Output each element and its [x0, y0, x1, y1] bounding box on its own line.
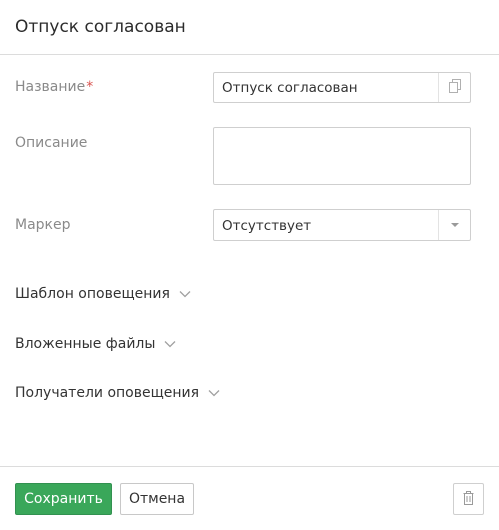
section-notification-template[interactable]: Шаблон оповещения: [15, 286, 191, 302]
delete-button[interactable]: [453, 483, 484, 515]
description-label: Описание: [15, 135, 88, 151]
section-label: Шаблон оповещения: [15, 286, 170, 302]
required-mark: *: [86, 79, 94, 95]
name-label: Название: [15, 79, 86, 95]
name-input-value[interactable]: Отпуск согласован: [222, 80, 358, 96]
section-label: Вложенные файлы: [15, 336, 156, 352]
trash-icon: [463, 490, 474, 509]
marker-select[interactable]: Отсутствует: [213, 209, 471, 241]
section-attached-files[interactable]: Вложенные файлы: [15, 336, 176, 352]
copy-icon: [448, 78, 461, 97]
marker-label: Маркер: [15, 217, 71, 233]
dialog-title: Отпуск согласован: [15, 17, 186, 37]
caret-down-icon: [450, 223, 459, 227]
dialog-header: Отпуск согласован: [0, 0, 499, 55]
marker-select-toggle[interactable]: [438, 210, 470, 240]
name-input[interactable]: Отпуск согласован: [213, 72, 471, 103]
chevron-down-icon: [179, 290, 191, 298]
section-label: Получатели оповещения: [15, 385, 200, 401]
save-button[interactable]: Сохранить: [15, 483, 112, 515]
copy-button[interactable]: [438, 73, 470, 102]
cancel-button[interactable]: Отмена: [120, 483, 194, 515]
section-notification-recipients[interactable]: Получатели оповещения: [15, 385, 220, 401]
description-textarea[interactable]: [213, 127, 471, 185]
name-label-row: Название*: [15, 79, 93, 95]
chevron-down-icon: [164, 340, 176, 348]
chevron-down-icon: [208, 389, 220, 397]
marker-select-value: Отсутствует: [222, 218, 312, 234]
